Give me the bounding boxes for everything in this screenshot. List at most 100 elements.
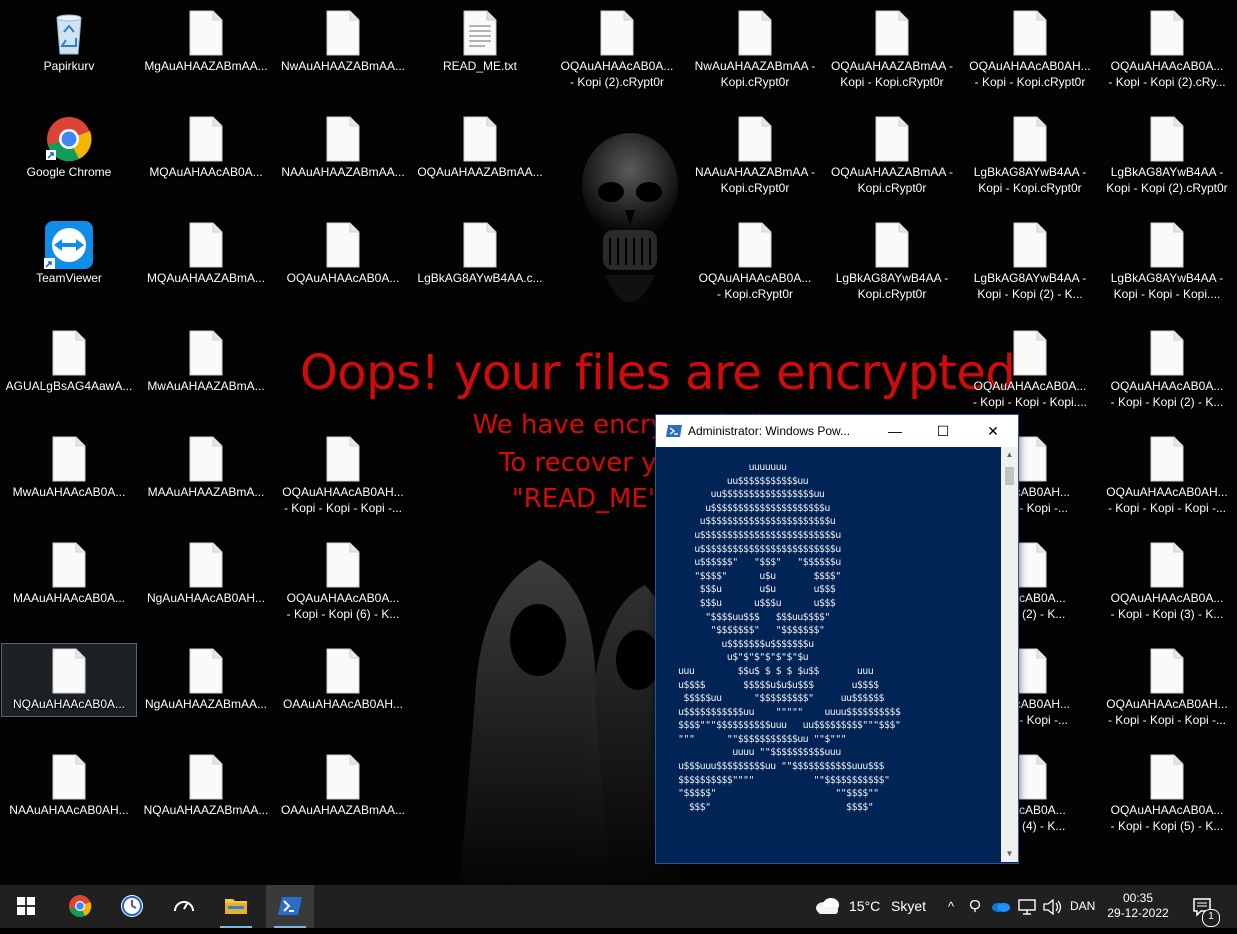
icon-label-line-1: OQAuAHAAcAB0A... (1110, 59, 1224, 73)
desktop-icon-file[interactable]: OQAuAHAAcAB0A... - Kopi - Kopi (5) - K... (1100, 746, 1234, 842)
desktop-icon-label: Papirkurv (2, 58, 136, 74)
file-icon (326, 10, 360, 56)
desktop-icon-file[interactable]: OQAuAHAAcAB0A... - Kopi - Kopi - Kopi.... (963, 322, 1097, 418)
desktop-icon-file[interactable]: NAAuAHAAcAB0AH... (2, 746, 136, 842)
powershell-console-output[interactable]: uuuuuuu uu$$$$$$$$$$$uu uu$$$$$$$$$$$$$$… (656, 447, 1000, 862)
desktop-icon-file[interactable]: OQAuAHAAcAB0AH... - Kopi - Kopi.cRypt0r (963, 2, 1097, 98)
file-icon (326, 116, 360, 162)
start-button[interactable] (2, 885, 50, 928)
icon-label-line-1: LgBkAG8AYwB4AA.c... (417, 271, 543, 285)
icon-label-line-1: OQAuAHAAcAB0A... (1110, 379, 1224, 393)
desktop-icon-file[interactable]: NAAuAHAAZABmAA... (276, 108, 410, 204)
icon-label-line-2: Kopi.cRypt0r (720, 181, 790, 195)
desktop-icon-file[interactable]: MQAuAHAAcAB0A... (139, 108, 273, 204)
desktop-icon-file[interactable]: MAAuAHAAZABmA... (139, 428, 273, 524)
file-icon (1150, 116, 1184, 162)
desktop-icon-label: MAAuAHAAZABmA... (139, 484, 273, 500)
file-icon (1150, 648, 1184, 694)
icon-label-line-1: OQAuAHAAcAB0AH... (969, 59, 1091, 73)
desktop-icon-label: OQAuAHAAcAB0A... - Kopi - Kopi (5) - K... (1100, 802, 1234, 834)
desktop-icon-file[interactable]: NQAuAHAAcAB0A... (1, 643, 137, 717)
meet-now-icon[interactable] (966, 885, 986, 928)
desktop-icon-file[interactable]: NAAuAHAAZABmAA - Kopi.cRypt0r (688, 108, 822, 204)
desktop-icon-file[interactable]: OAAuAHAAZABmAA... (276, 746, 410, 842)
scroll-down-icon[interactable]: ▼ (1001, 846, 1018, 862)
desktop-icon-file[interactable]: OQAuAHAAZABmAA... (413, 108, 547, 204)
desktop-icon-file[interactable]: MwAuAHAAZABmA... (139, 322, 273, 418)
desktop-icon-file[interactable]: OQAuAHAAZABmAA - Kopi.cRypt0r (825, 108, 959, 204)
clock[interactable]: 00:35 29-12-2022 (1106, 885, 1170, 934)
cloud-icon (816, 898, 839, 914)
desktop-icon-file[interactable]: MQAuAHAAZABmA... (139, 214, 273, 310)
taskbar-performance-app[interactable] (160, 885, 208, 928)
desktop-icon-file[interactable]: NgAuAHAAcAB0AH... (139, 534, 273, 630)
desktop-icon-file[interactable]: OQAuAHAAcAB0A... - Kopi - Kopi (6) - K... (276, 534, 410, 630)
desktop-icon-file[interactable]: MwAuAHAAcAB0A... (2, 428, 136, 524)
desktop-icon-file[interactable]: OQAuAHAAcAB0A... - Kopi - Kopi (3) - K... (1100, 534, 1234, 630)
icon-label-line-2: - Kopi - Kopi - Kopi -... (1107, 713, 1227, 727)
desktop-icon-file[interactable]: OQAuAHAAcAB0A... - Kopi - Kopi (2) - K... (1100, 322, 1234, 418)
show-hidden-icons-chevron-icon[interactable]: ^ (943, 885, 959, 928)
desktop-icon-file[interactable]: LgBkAG8AYwB4AA - Kopi.cRypt0r (825, 214, 959, 310)
scroll-up-icon[interactable]: ▲ (1001, 447, 1018, 463)
desktop-icon-file[interactable]: OQAuAHAAcAB0A... - Kopi.cRypt0r (688, 214, 822, 310)
desktop-icon-label: OAAuAHAAcAB0AH... (276, 696, 410, 712)
desktop-icon-file[interactable]: MAAuAHAAcAB0A... (2, 534, 136, 630)
network-icon[interactable] (1016, 885, 1038, 928)
minimize-button[interactable]: — (872, 415, 918, 447)
language-indicator[interactable]: DAN (1070, 885, 1095, 928)
console-scrollbar[interactable]: ▲ ▼ (1001, 447, 1018, 862)
icon-label-line-1: NwAuAHAAZABmAA - (694, 59, 816, 73)
maximize-button[interactable]: ☐ (920, 415, 966, 447)
volume-icon[interactable] (1042, 885, 1064, 928)
desktop-icon-teamviewer[interactable]: TeamViewer (2, 214, 136, 310)
desktop-icon-chrome[interactable]: Google Chrome (2, 108, 136, 204)
folder-icon (225, 899, 247, 914)
close-button[interactable]: ✕ (970, 415, 1016, 447)
desktop-icon-file[interactable]: LgBkAG8AYwB4AA - Kopi - Kopi (2) - K... (963, 214, 1097, 310)
desktop-icon-label: READ_ME.txt (413, 58, 547, 74)
icon-label-line-1: NAAuAHAAZABmAA... (281, 165, 405, 179)
desktop-icon-file[interactable]: OAAuAHAAcAB0AH... (276, 640, 410, 736)
icon-label-line-1: OQAuAHAAZABmAA... (417, 165, 543, 179)
desktop-icon-file[interactable]: OQAuAHAAZABmAA - Kopi - Kopi.cRypt0r (825, 2, 959, 98)
desktop-icon-label: NwAuAHAAZABmAA - Kopi.cRypt0r (688, 58, 822, 90)
taskbar-clock-app[interactable] (108, 885, 156, 928)
desktop-icon-text-file[interactable]: READ_ME.txt (413, 2, 547, 98)
desktop-icon-file[interactable]: NQAuAHAAZABmAA... (139, 746, 273, 842)
taskbar-file-explorer[interactable] (212, 885, 260, 928)
desktop-icon-file[interactable]: LgBkAG8AYwB4AA.c... (413, 214, 547, 310)
taskbar-powershell[interactable] (266, 885, 314, 928)
desktop-icon-file[interactable]: OQAuAHAAcAB0A... - Kopi (2).cRypt0r (550, 2, 684, 98)
powershell-window[interactable]: Administrator: Windows Pow... — ☐ ✕ uuuu… (655, 414, 1019, 864)
desktop-icon-recycle-bin[interactable]: Papirkurv (2, 2, 136, 98)
onedrive-icon[interactable] (990, 885, 1012, 928)
icon-label-line-1: OQAuAHAAZABmAA - (830, 59, 954, 73)
desktop-icon-file[interactable]: OQAuAHAAcAB0AH... - Kopi - Kopi - Kopi -.… (276, 428, 410, 524)
file-icon (189, 542, 223, 588)
desktop-icon-file[interactable]: NwAuAHAAZABmAA... (276, 2, 410, 98)
icon-label-line-2: Kopi - Kopi (2) - K... (977, 287, 1083, 301)
file-icon (52, 330, 86, 376)
desktop-icon-file[interactable]: NwAuAHAAZABmAA - Kopi.cRypt0r (688, 2, 822, 98)
desktop-icon-file[interactable]: OQAuAHAAcAB0AH... - Kopi - Kopi - Kopi -.… (1100, 428, 1234, 524)
icon-label-line-1: OAAuAHAAZABmAA... (280, 803, 406, 817)
powershell-title: Administrator: Windows Pow... (688, 424, 851, 438)
desktop-icon-file[interactable]: OQAuAHAAcAB0A... - Kopi - Kopi (2).cRy... (1100, 2, 1234, 98)
desktop-icon-file[interactable]: AGUALgBsAG4AawA... (2, 322, 136, 418)
desktop-icon-file[interactable]: MgAuAHAAZABmAA... (139, 2, 273, 98)
desktop-icon-file[interactable]: OQAuAHAAcAB0A... (276, 214, 410, 310)
icon-label-line-1: MwAuAHAAcAB0A... (12, 485, 126, 499)
icon-label-line-1: NgAuAHAAZABmAA... (144, 697, 268, 711)
notification-center-button[interactable]: 1 (1188, 885, 1222, 928)
desktop-icon-file[interactable]: LgBkAG8AYwB4AA - Kopi - Kopi - Kopi.... (1100, 214, 1234, 310)
clock-icon (121, 895, 143, 917)
taskbar-chrome[interactable] (56, 885, 104, 928)
powershell-titlebar[interactable]: Administrator: Windows Pow... — ☐ ✕ (656, 415, 1018, 447)
desktop-icon-file[interactable]: NgAuAHAAZABmAA... (139, 640, 273, 736)
desktop-icon-file[interactable]: LgBkAG8AYwB4AA - Kopi - Kopi.cRypt0r (963, 108, 1097, 204)
desktop-icon-file[interactable]: LgBkAG8AYwB4AA - Kopi - Kopi (2).cRypt0r (1100, 108, 1234, 204)
scrollbar-thumb[interactable] (1005, 467, 1014, 485)
desktop-icon-file[interactable]: OQAuAHAAcAB0AH... - Kopi - Kopi - Kopi -.… (1100, 640, 1234, 736)
desktop-icon-label: OQAuAHAAcAB0A... - Kopi - Kopi (2).cRy... (1100, 58, 1234, 90)
